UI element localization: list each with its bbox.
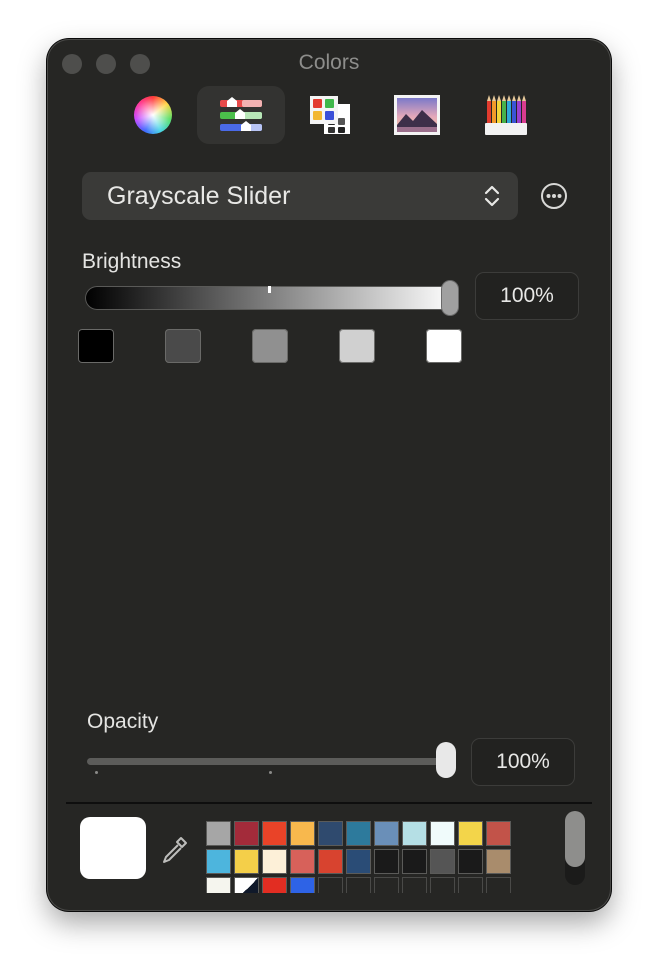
swatch-cell[interactable] xyxy=(318,849,343,874)
current-color-well[interactable] xyxy=(80,817,146,879)
swatch-cell[interactable] xyxy=(374,849,399,874)
swatch-cell[interactable] xyxy=(262,849,287,874)
opacity-value-field[interactable]: 100% xyxy=(471,738,575,786)
gray-preset-swatch[interactable] xyxy=(426,329,462,363)
slider-mode-popup[interactable]: Grayscale Slider xyxy=(82,172,518,220)
brightness-value-field[interactable]: 100% xyxy=(475,272,579,320)
eyedropper-icon[interactable] xyxy=(159,835,189,865)
slider-mode-label: Grayscale Slider xyxy=(107,181,291,210)
brightness-tick xyxy=(268,286,271,293)
swatch-cell[interactable] xyxy=(430,821,455,846)
swatch-cell[interactable] xyxy=(430,877,455,893)
brightness-slider-thumb[interactable] xyxy=(442,281,458,315)
swatch-cell[interactable] xyxy=(262,877,287,893)
swatch-cell[interactable] xyxy=(402,877,427,893)
swatch-scrollbar-thumb[interactable] xyxy=(565,811,585,867)
swatch-cell[interactable] xyxy=(234,821,259,846)
swatch-cell[interactable] xyxy=(234,877,259,893)
gray-preset-swatch[interactable] xyxy=(252,329,288,363)
tab-color-wheel[interactable] xyxy=(127,86,179,144)
swatch-cell[interactable] xyxy=(290,821,315,846)
swatch-cell[interactable] xyxy=(346,849,371,874)
swatch-cell[interactable] xyxy=(206,849,231,874)
window-title: Colors xyxy=(298,51,360,74)
swatch-cell[interactable] xyxy=(346,877,371,893)
gray-preset-swatch[interactable] xyxy=(78,329,114,363)
tab-color-sliders[interactable] xyxy=(197,86,285,144)
divider xyxy=(66,802,592,804)
swatch-cell[interactable] xyxy=(458,877,483,893)
colors-window: Colors Grayscale Slider Brightness 100% … xyxy=(47,39,611,911)
palette-icon xyxy=(310,96,350,134)
swatch-cell[interactable] xyxy=(458,821,483,846)
sliders-icon xyxy=(220,97,262,131)
swatch-cell[interactable] xyxy=(374,821,399,846)
chevron-up-down-icon xyxy=(484,185,500,207)
opacity-slider[interactable] xyxy=(87,758,443,765)
swatch-cell[interactable] xyxy=(262,821,287,846)
opacity-slider-thumb[interactable] xyxy=(436,742,456,778)
tab-pencils[interactable] xyxy=(481,86,531,144)
swatch-grid xyxy=(206,821,514,893)
swatch-cell[interactable] xyxy=(458,849,483,874)
swatch-cell[interactable] xyxy=(206,877,231,893)
swatch-cell[interactable] xyxy=(486,877,511,893)
brightness-label: Brightness xyxy=(82,250,182,273)
swatch-cell[interactable] xyxy=(486,821,511,846)
gray-preset-swatch[interactable] xyxy=(339,329,375,363)
swatch-cell[interactable] xyxy=(290,849,315,874)
opacity-tick xyxy=(95,771,98,774)
tab-image-palettes[interactable] xyxy=(391,86,443,144)
swatch-cell[interactable] xyxy=(318,877,343,893)
ellipsis-circle-icon[interactable] xyxy=(540,182,568,210)
tab-color-palettes[interactable] xyxy=(305,86,355,144)
opacity-tick xyxy=(269,771,272,774)
swatch-cell[interactable] xyxy=(290,877,315,893)
image-icon xyxy=(394,95,440,135)
swatch-cell[interactable] xyxy=(318,821,343,846)
swatch-cell[interactable] xyxy=(206,821,231,846)
swatch-cell[interactable] xyxy=(374,877,399,893)
swatch-cell[interactable] xyxy=(346,821,371,846)
pencils-icon xyxy=(485,95,527,135)
gray-preset-swatch[interactable] xyxy=(165,329,201,363)
swatch-cell[interactable] xyxy=(402,821,427,846)
opacity-label: Opacity xyxy=(87,710,159,733)
color-wheel-icon xyxy=(134,96,172,134)
swatch-cell[interactable] xyxy=(486,849,511,874)
swatch-cell[interactable] xyxy=(430,849,455,874)
swatch-cell[interactable] xyxy=(402,849,427,874)
swatch-cell[interactable] xyxy=(234,849,259,874)
